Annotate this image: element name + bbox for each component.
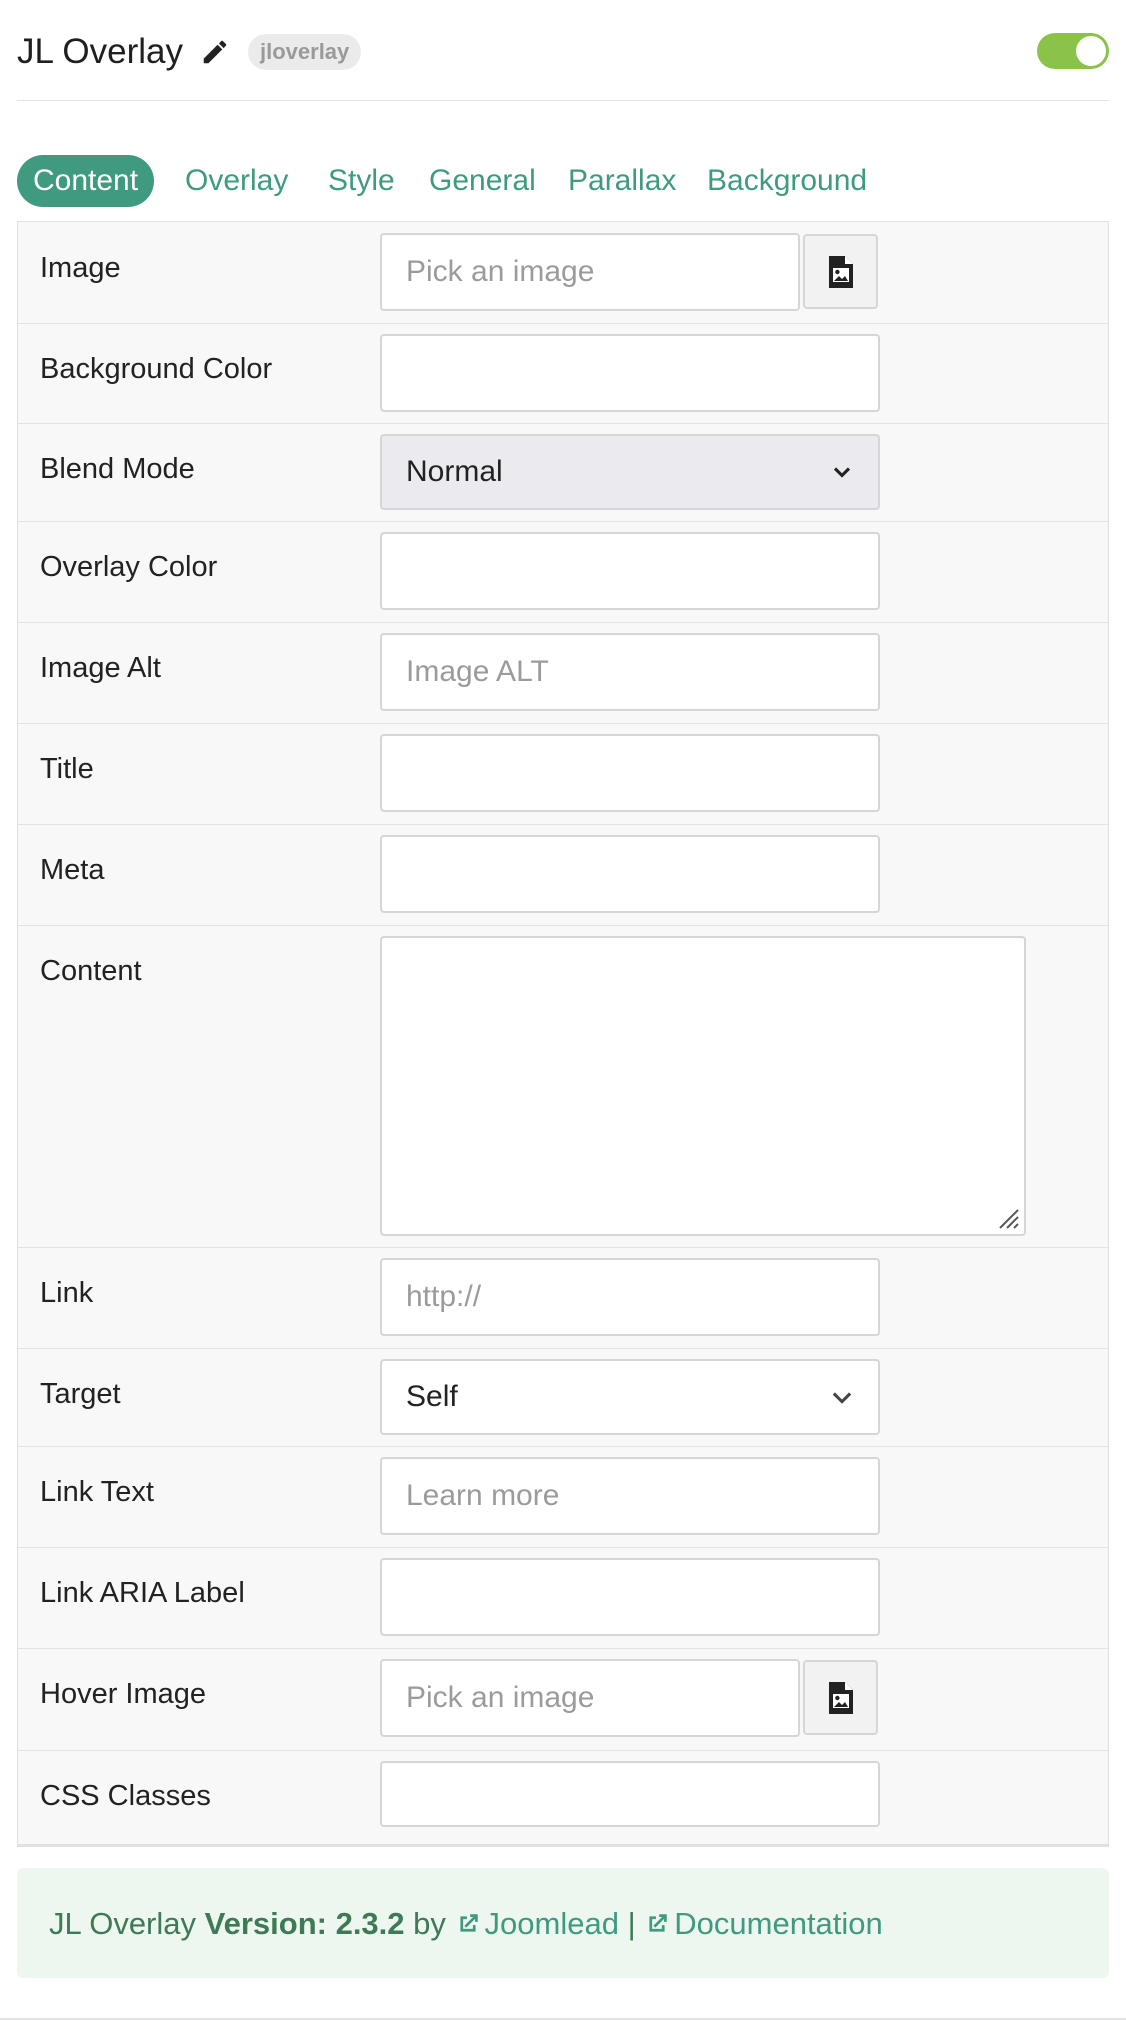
target-label: Target — [40, 1378, 121, 1410]
image-file-icon — [829, 256, 853, 288]
enable-toggle[interactable] — [1037, 33, 1109, 69]
form-row-overlay-color: Overlay Color — [18, 521, 1108, 623]
external-link-icon — [649, 1914, 668, 1932]
hover-image-label: Hover Image — [40, 1678, 207, 1710]
meta-label: Meta — [40, 854, 105, 886]
tab-style[interactable]: Style — [312, 155, 411, 207]
content-label: Content — [40, 955, 142, 987]
content-form-panel: Image Background Color Blend Mode Normal — [17, 221, 1109, 1847]
joomlead-link[interactable]: Joomlead — [455, 1906, 619, 1941]
blend-mode-value: Normal — [406, 455, 503, 488]
link-aria-label-label: Link ARIA Label — [40, 1577, 245, 1609]
image-alt-label: Image Alt — [40, 652, 161, 684]
form-row-image-alt: Image Alt — [18, 622, 1108, 724]
form-row-image: Image — [18, 222, 1108, 324]
module-alias-badge: jloverlay — [248, 34, 362, 70]
image-alt-input[interactable] — [380, 633, 880, 711]
form-row-hover-image: Hover Image — [18, 1648, 1108, 1751]
form-row-link: Link — [18, 1247, 1108, 1349]
tab-background[interactable]: Background — [691, 155, 883, 207]
background-color-label: Background Color — [40, 353, 273, 385]
image-label: Image — [40, 252, 121, 284]
form-row-meta: Meta — [18, 824, 1108, 926]
form-row-blend-mode: Blend Mode Normal — [18, 423, 1108, 522]
target-select[interactable]: Self — [380, 1359, 880, 1435]
form-row-link-aria-label: Link ARIA Label — [18, 1547, 1108, 1649]
resize-handle-icon[interactable] — [994, 1204, 1020, 1230]
form-row-background-color: Background Color — [18, 323, 1108, 424]
chevron-down-icon — [833, 467, 851, 478]
footer-product: JL Overlay — [49, 1906, 197, 1941]
link-text-input[interactable] — [380, 1457, 880, 1535]
overlay-color-input[interactable] — [380, 532, 880, 610]
form-row-link-text: Link Text — [18, 1446, 1108, 1548]
module-header: JL Overlay jloverlay — [17, 0, 1109, 101]
title-label: Title — [40, 753, 94, 785]
blend-mode-label: Blend Mode — [40, 453, 195, 485]
toggle-knob — [1076, 36, 1106, 66]
blend-mode-select[interactable]: Normal — [380, 434, 880, 510]
footer-separator: | — [627, 1906, 636, 1941]
css-classes-input[interactable] — [380, 1761, 880, 1827]
tab-general[interactable]: General — [413, 155, 552, 207]
link-input[interactable] — [380, 1258, 880, 1336]
tab-parallax[interactable]: Parallax — [552, 155, 692, 207]
documentation-link-label: Documentation — [674, 1906, 883, 1941]
joomlead-link-label: Joomlead — [484, 1906, 619, 1941]
hover-image-input[interactable] — [380, 1659, 800, 1737]
image-file-icon — [829, 1682, 853, 1714]
chevron-down-icon — [832, 1392, 852, 1404]
meta-input[interactable] — [380, 835, 880, 913]
tab-overlay[interactable]: Overlay — [169, 155, 304, 207]
version-footer: JL Overlay Version: 2.3.2 by Joomlead | … — [17, 1868, 1109, 1978]
footer-text: JL Overlay Version: 2.3.2 by Joomlead | … — [49, 1906, 883, 1942]
footer-by: by — [413, 1906, 446, 1941]
documentation-link[interactable]: Documentation — [644, 1906, 883, 1941]
overlay-color-label: Overlay Color — [40, 551, 218, 583]
image-input[interactable] — [380, 233, 800, 311]
css-classes-label: CSS Classes — [40, 1780, 211, 1812]
form-row-content: Content — [18, 925, 1108, 1248]
module-title: JL Overlay — [17, 32, 183, 71]
external-link-icon — [459, 1914, 478, 1932]
image-browse-button[interactable] — [803, 234, 878, 309]
hover-image-browse-button[interactable] — [803, 1660, 878, 1735]
form-row-css-classes: CSS Classes — [18, 1750, 1108, 1844]
background-color-input[interactable] — [380, 334, 880, 412]
form-row-title: Title — [18, 723, 1108, 825]
link-label: Link — [40, 1277, 94, 1309]
tab-content[interactable]: Content — [17, 155, 155, 207]
title-input[interactable] — [380, 734, 880, 812]
content-textarea[interactable] — [380, 936, 1026, 1236]
form-row-target: Target Self — [18, 1348, 1108, 1447]
pencil-icon[interactable] — [200, 37, 230, 67]
link-text-label: Link Text — [40, 1476, 154, 1508]
target-value: Self — [406, 1380, 458, 1413]
footer-version: Version: 2.3.2 — [204, 1906, 405, 1941]
link-aria-label-input[interactable] — [380, 1558, 880, 1636]
